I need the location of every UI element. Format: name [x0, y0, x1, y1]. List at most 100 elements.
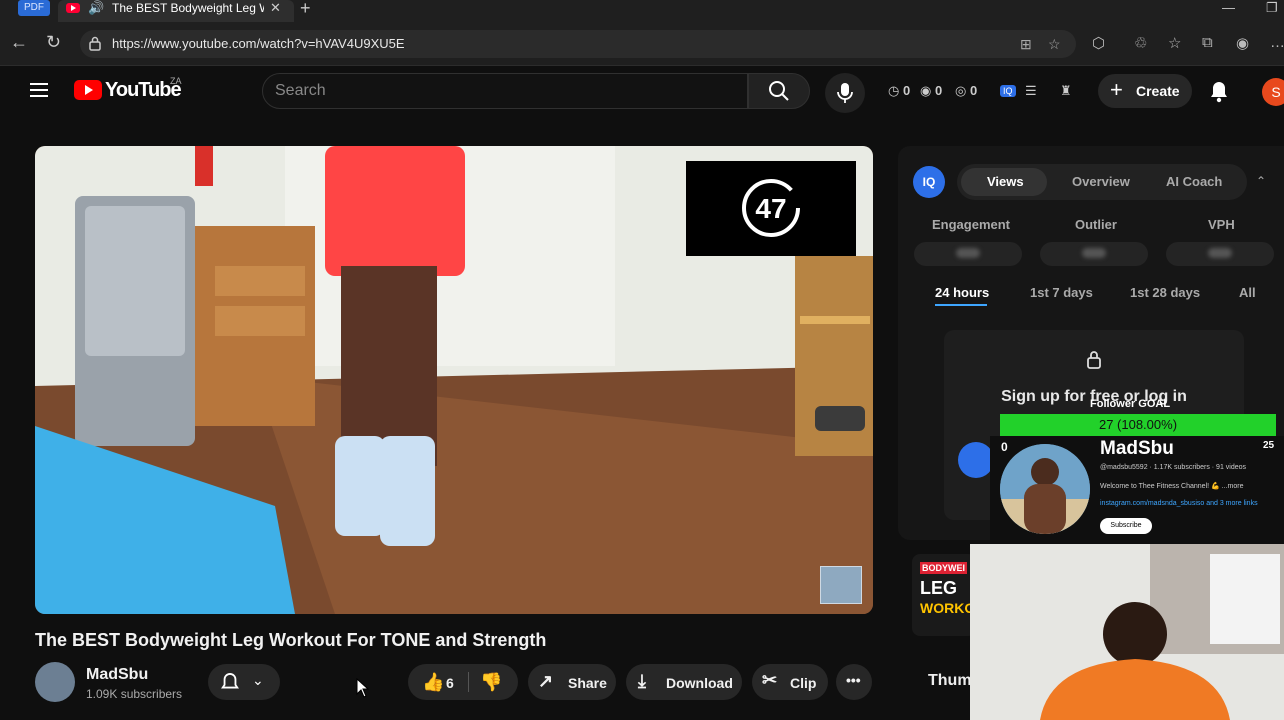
- tab-views[interactable]: Views: [987, 174, 1024, 189]
- channel-avatar[interactable]: [35, 662, 75, 702]
- favorite-star-icon[interactable]: ☆: [1048, 36, 1061, 53]
- youtube-favicon-icon: [66, 3, 80, 13]
- rec-thumb-line1: LEG: [920, 578, 958, 598]
- collapse-chevron-icon[interactable]: ⌃: [1256, 174, 1266, 188]
- minimize-icon[interactable]: —: [1222, 0, 1235, 15]
- search-box: [262, 73, 748, 109]
- browser-toolbar: ← ↻ https://www.youtube.com/watch?v=hVAV…: [0, 22, 1284, 66]
- dislike-icon[interactable]: 👎: [480, 672, 502, 693]
- close-tab-icon[interactable]: ✕: [270, 0, 281, 16]
- recommended-video-title[interactable]: Thum: [928, 672, 972, 690]
- clock-stat-value: 0: [902, 83, 911, 98]
- scissors-icon: ✂: [762, 670, 778, 690]
- list-icon[interactable]: ☰: [1025, 83, 1037, 99]
- range-1st-7-days[interactable]: 1st 7 days: [1030, 285, 1093, 300]
- follower-goal-track: 27 (108.00%): [1000, 414, 1276, 436]
- plus-icon: +: [1110, 77, 1123, 102]
- like-dislike-group: 👍 6 👎: [408, 664, 518, 700]
- countdown-overlay: 47: [686, 161, 856, 256]
- channel-card-links: instagram.com/madsnda_sbusiso and 3 more…: [1100, 500, 1258, 507]
- youtube-header: YouTube ZA ◷ 0 ◉ 0 ◎ 0 IQ ☰ ♜ + Create S: [0, 66, 1284, 118]
- channel-card-name: MadSbu: [1100, 438, 1174, 459]
- metric-engagement-label: Engagement: [932, 217, 1011, 232]
- more-horizontal-icon: •••: [846, 672, 861, 688]
- bell-icon: [221, 672, 239, 689]
- browser-essentials-icon[interactable]: ♲: [1134, 34, 1147, 52]
- maximize-icon[interactable]: ❐: [1266, 0, 1278, 16]
- views-stat-value: 0: [934, 83, 943, 98]
- back-icon[interactable]: ←: [10, 32, 28, 53]
- speaker-icon[interactable]: 🔊: [88, 0, 104, 16]
- clip-button[interactable]: ✂ Clip: [752, 664, 828, 700]
- countdown-number: 47: [755, 193, 787, 224]
- search-input[interactable]: [275, 80, 735, 102]
- channel-card-photo: [1000, 444, 1090, 534]
- signup-action-button[interactable]: [958, 442, 994, 478]
- lock-icon: [89, 36, 101, 51]
- webcam-feed: [970, 544, 1284, 720]
- app-available-icon[interactable]: ⊞: [1020, 36, 1032, 53]
- browser-tab-active[interactable]: 🔊 The BEST Bodyweight Leg W ✕: [58, 0, 294, 22]
- range-all[interactable]: All: [1239, 285, 1256, 300]
- eye-stat-value: 0: [969, 83, 978, 98]
- search-icon: [769, 81, 789, 101]
- search-button[interactable]: [748, 73, 810, 109]
- clock-stat: ◷ 0: [888, 83, 911, 98]
- person-photo: [1000, 444, 1090, 534]
- voice-search-button[interactable]: [825, 73, 865, 113]
- create-button[interactable]: + Create: [1098, 74, 1192, 108]
- goal-max: 25: [1263, 440, 1275, 451]
- metric-outlier-value: [1040, 242, 1148, 266]
- follower-goal-label: Follower GOAL: [1090, 398, 1171, 410]
- subscriber-count: 1.09K subscribers: [86, 687, 183, 701]
- create-label: Create: [1136, 83, 1180, 99]
- account-avatar[interactable]: S: [1262, 78, 1284, 106]
- like-count[interactable]: 6: [446, 675, 454, 691]
- goal-min: 0: [1001, 440, 1008, 454]
- active-range-underline: [935, 304, 987, 306]
- vidiq-tabs: Views Overview AI Coach: [957, 164, 1247, 200]
- collections-icon[interactable]: ⧉: [1202, 34, 1213, 51]
- follower-goal-progress: 27 (108.00%): [1098, 417, 1178, 432]
- tab-overview[interactable]: Overview: [1072, 174, 1130, 189]
- vidiq-badge[interactable]: IQ: [913, 166, 945, 198]
- channel-name[interactable]: MadSbu: [86, 666, 148, 684]
- pdf-badge[interactable]: PDF: [18, 0, 50, 16]
- browser-tabbar: PDF 🔊 The BEST Bodyweight Leg W ✕ + — ❐: [0, 0, 1284, 22]
- channel-card-subscribe-button: Subscribe: [1100, 518, 1152, 534]
- more-menu-icon[interactable]: …: [1270, 34, 1284, 51]
- channel-watermark[interactable]: [820, 566, 862, 604]
- channel-card-overlay: 0 25 MadSbu @madsbu5592 · 1.17K subscrib…: [990, 436, 1284, 542]
- country-code: ZA: [170, 76, 182, 86]
- microphone-icon: [837, 83, 853, 103]
- extensions-icon[interactable]: ⬡: [1092, 34, 1105, 52]
- share-button[interactable]: ↗ Share: [528, 664, 616, 700]
- subscribed-notifications-button[interactable]: ⌄: [208, 664, 280, 700]
- download-label: Download: [666, 675, 733, 691]
- chevron-down-icon: ⌄: [252, 672, 264, 688]
- webcam-overlay: [970, 544, 1284, 720]
- notifications-bell-icon[interactable]: [1208, 80, 1230, 104]
- range-24-hours[interactable]: 24 hours: [935, 285, 989, 300]
- like-icon[interactable]: 👍: [422, 672, 444, 693]
- new-tab-icon[interactable]: +: [300, 0, 311, 19]
- menu-icon[interactable]: [30, 83, 48, 97]
- divider: [468, 672, 469, 692]
- more-actions-button[interactable]: •••: [836, 664, 872, 700]
- download-button[interactable]: ⤓ Download: [626, 664, 742, 700]
- metric-engagement-value: [914, 242, 1022, 266]
- profile-icon[interactable]: ◉: [1236, 34, 1249, 52]
- vidiq-icon[interactable]: IQ: [1000, 85, 1016, 97]
- address-bar[interactable]: https://www.youtube.com/watch?v=hVAV4U9X…: [80, 30, 1076, 58]
- download-icon: ⤓: [638, 671, 646, 691]
- tab-ai-coach[interactable]: AI Coach: [1166, 174, 1222, 189]
- recommended-video-thumbnail[interactable]: BODYWEI LEG WORKO: [912, 554, 976, 636]
- metric-outlier-label: Outlier: [1075, 217, 1117, 232]
- favorites-icon[interactable]: ☆: [1168, 34, 1181, 52]
- video-title: The BEST Bodyweight Leg Workout For TONE…: [35, 630, 547, 650]
- youtube-logo-icon[interactable]: [74, 80, 102, 100]
- range-1st-28-days[interactable]: 1st 28 days: [1130, 285, 1200, 300]
- rec-thumb-tag: BODYWEI: [920, 562, 968, 574]
- trophy-icon[interactable]: ♜: [1060, 83, 1072, 99]
- reload-icon[interactable]: ↻: [46, 32, 61, 53]
